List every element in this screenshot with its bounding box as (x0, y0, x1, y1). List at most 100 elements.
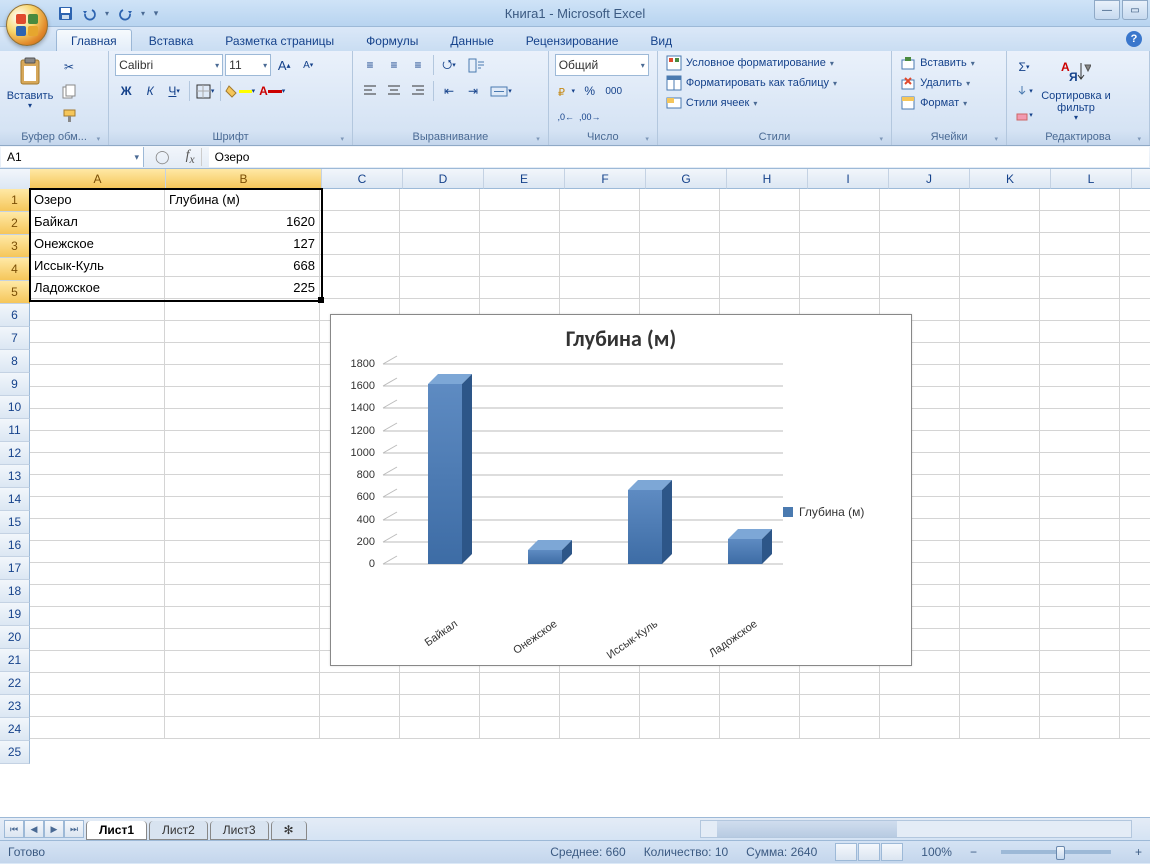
cell[interactable] (640, 211, 720, 233)
qat-customize-icon[interactable]: ▾ (150, 2, 162, 24)
column-header[interactable]: E (484, 169, 565, 189)
cell[interactable] (480, 673, 560, 695)
cell[interactable] (1120, 211, 1150, 233)
row-header[interactable]: 8 (0, 350, 30, 373)
cell[interactable] (1040, 277, 1120, 299)
cell[interactable] (640, 717, 720, 739)
conditional-formatting-button[interactable]: Условное форматирование▾ (664, 54, 836, 72)
cell[interactable] (1120, 365, 1150, 387)
cell[interactable] (960, 321, 1040, 343)
cell[interactable] (30, 585, 165, 607)
cell[interactable] (1040, 695, 1120, 717)
ribbon-tab[interactable]: Данные (435, 29, 508, 51)
cell[interactable] (640, 673, 720, 695)
column-header[interactable]: F (565, 169, 646, 189)
font-family-combo[interactable]: Calibri▾ (115, 54, 223, 76)
cell[interactable] (880, 277, 960, 299)
increase-indent-icon[interactable]: ⇥ (462, 80, 484, 102)
align-middle-icon[interactable]: ≡ (383, 54, 405, 76)
row-header[interactable]: 9 (0, 373, 30, 396)
cell[interactable] (640, 255, 720, 277)
zoom-out-button[interactable]: − (970, 845, 977, 859)
cell[interactable] (800, 211, 880, 233)
row-header[interactable]: 16 (0, 534, 30, 557)
cell[interactable] (400, 695, 480, 717)
cell[interactable] (1040, 189, 1120, 211)
cell[interactable] (30, 475, 165, 497)
row-header[interactable]: 7 (0, 327, 30, 350)
align-top-icon[interactable]: ≡ (359, 54, 381, 76)
zoom-slider[interactable] (1001, 850, 1111, 854)
cell[interactable] (165, 585, 320, 607)
cell[interactable] (1040, 541, 1120, 563)
cell[interactable] (1120, 343, 1150, 365)
cell[interactable] (960, 365, 1040, 387)
cell[interactable] (320, 277, 400, 299)
cell[interactable] (1040, 321, 1120, 343)
cell[interactable] (960, 541, 1040, 563)
worksheet-tab[interactable]: Лист2 (149, 821, 208, 840)
next-sheet-button[interactable]: ▶ (44, 820, 64, 838)
cell[interactable] (1040, 475, 1120, 497)
sort-filter-button[interactable]: АЯ Сортировка и фильтр▾ (1039, 54, 1113, 125)
insert-cells-button[interactable]: Вставить▾ (898, 54, 977, 72)
cell[interactable] (800, 233, 880, 255)
percent-icon[interactable]: % (579, 80, 601, 102)
cell[interactable] (30, 387, 165, 409)
row-header[interactable]: 1 (0, 189, 30, 212)
ribbon-tab[interactable]: Разметка страницы (210, 29, 349, 51)
align-left-icon[interactable] (359, 80, 381, 102)
underline-button[interactable]: Ч▾ (163, 80, 185, 102)
cell[interactable] (1040, 387, 1120, 409)
cell[interactable] (880, 255, 960, 277)
delete-cells-button[interactable]: Удалить▾ (898, 74, 972, 92)
cell[interactable] (165, 629, 320, 651)
column-header[interactable]: I (808, 169, 889, 189)
cell[interactable] (480, 233, 560, 255)
cell[interactable] (800, 189, 880, 211)
cell[interactable] (1120, 519, 1150, 541)
cell[interactable] (1120, 629, 1150, 651)
cell[interactable] (720, 673, 800, 695)
cell[interactable] (30, 673, 165, 695)
cell[interactable] (960, 343, 1040, 365)
cell[interactable] (1120, 431, 1150, 453)
redo-dropdown-icon[interactable]: ▾ (138, 2, 148, 24)
cell[interactable] (960, 497, 1040, 519)
cell[interactable] (400, 673, 480, 695)
italic-button[interactable]: К (139, 80, 161, 102)
cell[interactable] (560, 673, 640, 695)
cell[interactable] (165, 321, 320, 343)
row-header[interactable]: 4 (0, 258, 30, 281)
cell[interactable] (165, 563, 320, 585)
cell[interactable] (560, 211, 640, 233)
cell[interactable] (1120, 255, 1150, 277)
cell[interactable]: Глубина (м) (165, 189, 320, 211)
cell[interactable] (720, 277, 800, 299)
formula-input[interactable]: Озеро (209, 147, 1149, 167)
cell[interactable] (720, 695, 800, 717)
row-header[interactable]: 19 (0, 603, 30, 626)
row-header[interactable]: 14 (0, 488, 30, 511)
minimize-button[interactable]: — (1094, 0, 1120, 20)
cell[interactable] (880, 717, 960, 739)
cell-styles-button[interactable]: Стили ячеек▾ (664, 94, 760, 112)
cell[interactable] (560, 189, 640, 211)
cell[interactable] (165, 431, 320, 453)
cell[interactable] (165, 475, 320, 497)
cell[interactable]: 127 (165, 233, 320, 255)
cell[interactable] (1040, 431, 1120, 453)
format-as-table-button[interactable]: Форматировать как таблицу▾ (664, 74, 839, 92)
cell[interactable] (960, 211, 1040, 233)
cell[interactable] (30, 651, 165, 673)
autosum-icon[interactable]: Σ▾ (1013, 56, 1035, 78)
column-header[interactable]: C (322, 169, 403, 189)
column-header[interactable]: B (166, 169, 322, 189)
cell[interactable] (1040, 563, 1120, 585)
cell[interactable] (800, 717, 880, 739)
cell[interactable] (800, 673, 880, 695)
font-color-icon[interactable]: A▾ (257, 80, 287, 102)
cell[interactable] (320, 189, 400, 211)
cell[interactable] (880, 211, 960, 233)
cell[interactable] (165, 387, 320, 409)
